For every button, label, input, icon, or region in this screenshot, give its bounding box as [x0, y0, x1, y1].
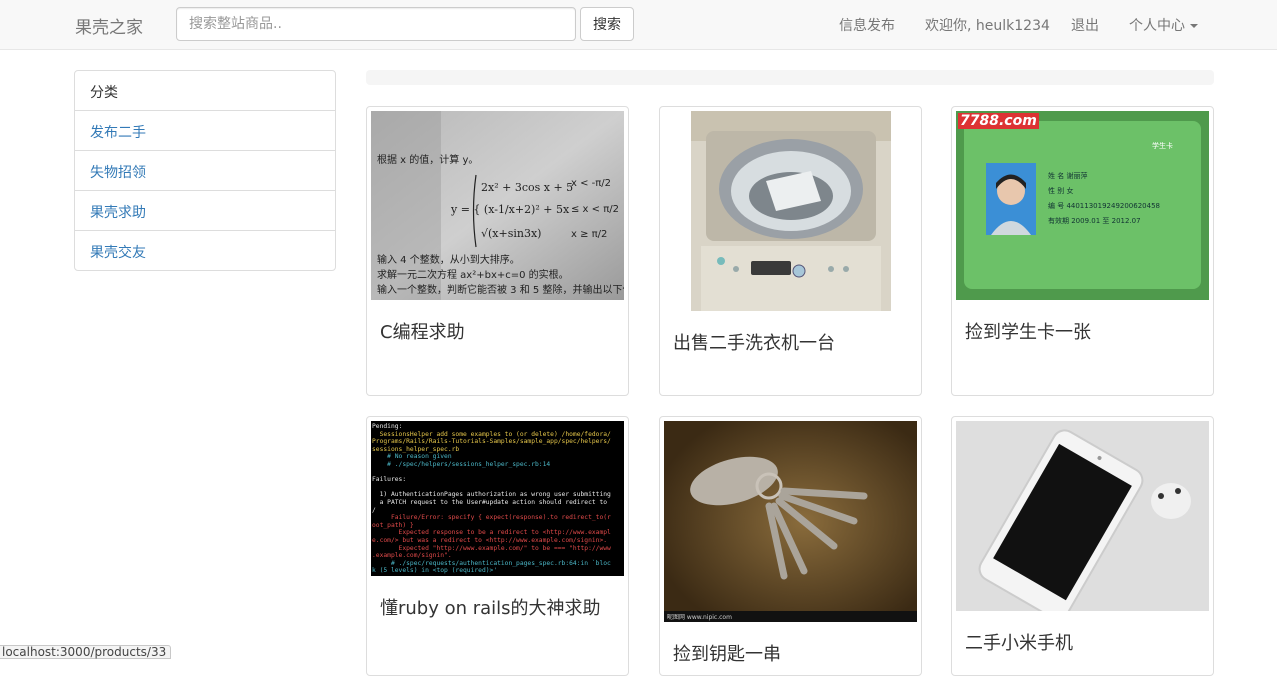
sidebar-item-lost-found[interactable]: 失物招领 [74, 150, 336, 191]
terminal-line: 1) AuthenticationPages authorization as … [372, 491, 611, 499]
terminal-line: SessionsHelper add some examples to (or … [372, 430, 611, 438]
student-card-image[interactable]: 7788.com 学生卡 姓 名 谢丽萍 性 别 女 编 号 440113019… [956, 111, 1209, 300]
washing-machine-icon [690, 111, 891, 311]
caret-down-icon [1190, 24, 1198, 28]
product-card[interactable]: 7788.com 学生卡 姓 名 谢丽萍 性 别 女 编 号 440113019… [951, 106, 1214, 396]
svg-text:2x² + 3cos x + 5: 2x² + 3cos x + 5 [481, 181, 573, 194]
terminal-line: Expected "http://www.example.com/" to be… [372, 544, 611, 552]
math-line-4: 输入一个整数，判断它能否被 3 和 5 整除，并输出以下信息 [377, 285, 624, 296]
keys-image[interactable]: 昵图网 www.nipic.com [664, 421, 917, 622]
terminal-line: k (5 levels) in <top (required)>' [372, 567, 498, 575]
terminal-line: Programs/Rails/Rails-Tutorials-Samples/s… [372, 438, 611, 446]
product-title[interactable]: 懂ruby on rails的大神求助 [371, 594, 624, 620]
svg-text:≤ x < π/2: ≤ x < π/2 [571, 204, 619, 215]
washing-machine-image[interactable] [690, 111, 891, 311]
nav-publish-link[interactable]: 信息发布 [839, 15, 895, 35]
card-row: 性 别 女 [1048, 187, 1074, 195]
terminal-line: a PATCH request to the User#update actio… [372, 498, 608, 506]
product-title[interactable]: 捡到钥匙一串 [664, 640, 917, 666]
product-title[interactable]: C编程求助 [371, 318, 624, 344]
svg-text:x ≥ π/2: x ≥ π/2 [571, 229, 607, 240]
svg-text:√(x+sin3x): √(x+sin3x) [481, 227, 541, 240]
card-label: 学生卡 [1152, 142, 1173, 150]
breadcrumb-bar [366, 70, 1214, 85]
keys-icon [664, 421, 917, 622]
terminal-line: # ./spec/requests/authentication_pages_s… [372, 559, 611, 567]
search-input[interactable] [176, 7, 576, 41]
search-button[interactable]: 搜索 [580, 7, 634, 41]
terminal-line: Pending: [372, 423, 403, 430]
navbar: 果壳之家 搜索 信息发布 欢迎你, heulk1234 退出 个人中心 [0, 0, 1277, 50]
product-card[interactable]: 出售二手洗衣机一台 [659, 106, 922, 396]
terminal-line: e.com/> but was a redirect to <http://ww… [372, 536, 608, 544]
nav-personal-center-dropdown[interactable]: 个人中心 [1129, 15, 1198, 35]
phone-icon [956, 421, 1209, 611]
category-sidebar: 分类 发布二手 失物招领 果壳求助 果壳交友 [74, 70, 336, 271]
product-card[interactable]: Pending: SessionsHelper add some example… [366, 416, 629, 676]
terminal-line: # ./spec/helpers/sessions_helper_spec.rb… [372, 460, 551, 468]
nav-logout-link[interactable]: 退出 [1071, 15, 1099, 35]
image-caption: 昵图网 www.nipic.com [667, 614, 732, 621]
watermark-text: 7788.com [958, 113, 1039, 129]
sidebar-header: 分类 [74, 70, 336, 111]
terminal-line: sessions_helper_spec.rb [372, 445, 460, 453]
terminal-line: Failure/Error: specify { expect(response… [372, 514, 611, 522]
terminal-line: Expected response to be a redirect to <h… [372, 529, 611, 537]
card-row: 有效期 2009.01 至 2012.07 [1048, 217, 1141, 225]
svg-text:x < -π/2: x < -π/2 [571, 178, 611, 189]
terminal-line: / [372, 506, 376, 514]
math-line-3: 求解一元二次方程 ax²+bx+c=0 的实根。 [377, 270, 569, 281]
svg-text:y = { (x-1/x+2)² + 5x: y = { (x-1/x+2)² + 5x [450, 203, 570, 216]
product-title[interactable]: 捡到学生卡一张 [956, 318, 1209, 344]
card-row: 姓 名 谢丽萍 [1048, 172, 1088, 180]
product-card[interactable]: 2x² + 3cos x + 5 y = { (x-1/x+2)² + 5x √… [366, 106, 629, 396]
card-row: 编 号 440113019249200620458 [1048, 202, 1160, 210]
terminal-text: Pending: SessionsHelper add some example… [372, 423, 611, 575]
status-bar-url: localhost:3000/products/33 [0, 645, 172, 659]
terminal-screenshot-image[interactable]: Pending: SessionsHelper add some example… [371, 421, 624, 576]
personal-center-label: 个人中心 [1129, 18, 1185, 34]
product-card[interactable]: 二手小米手机 [951, 416, 1214, 676]
product-title[interactable]: 二手小米手机 [956, 629, 1209, 655]
phone-image[interactable] [956, 421, 1209, 611]
brand-logo[interactable]: 果壳之家 [75, 13, 143, 38]
sidebar-item-friends[interactable]: 果壳交友 [74, 230, 336, 271]
nav-welcome-link[interactable]: 欢迎你, heulk1234 [925, 15, 1050, 35]
terminal-line: oot_path) } [372, 521, 414, 529]
terminal-line: Failures: [372, 476, 407, 484]
terminal-line: .example.com/signin". [372, 552, 452, 560]
sidebar-item-help[interactable]: 果壳求助 [74, 190, 336, 231]
sidebar-item-secondhand[interactable]: 发布二手 [74, 110, 336, 151]
product-title[interactable]: 出售二手洗衣机一台 [664, 329, 917, 355]
product-card[interactable]: 昵图网 www.nipic.com 捡到钥匙一串 [659, 416, 922, 676]
math-paper-image[interactable]: 2x² + 3cos x + 5 y = { (x-1/x+2)² + 5x √… [371, 111, 624, 300]
terminal-line: # No reason given [372, 453, 452, 461]
math-line-2: 输入 4 个整数，从小到大排序。 [377, 255, 520, 266]
math-line-1: 根据 x 的值，计算 y。 [377, 155, 479, 166]
